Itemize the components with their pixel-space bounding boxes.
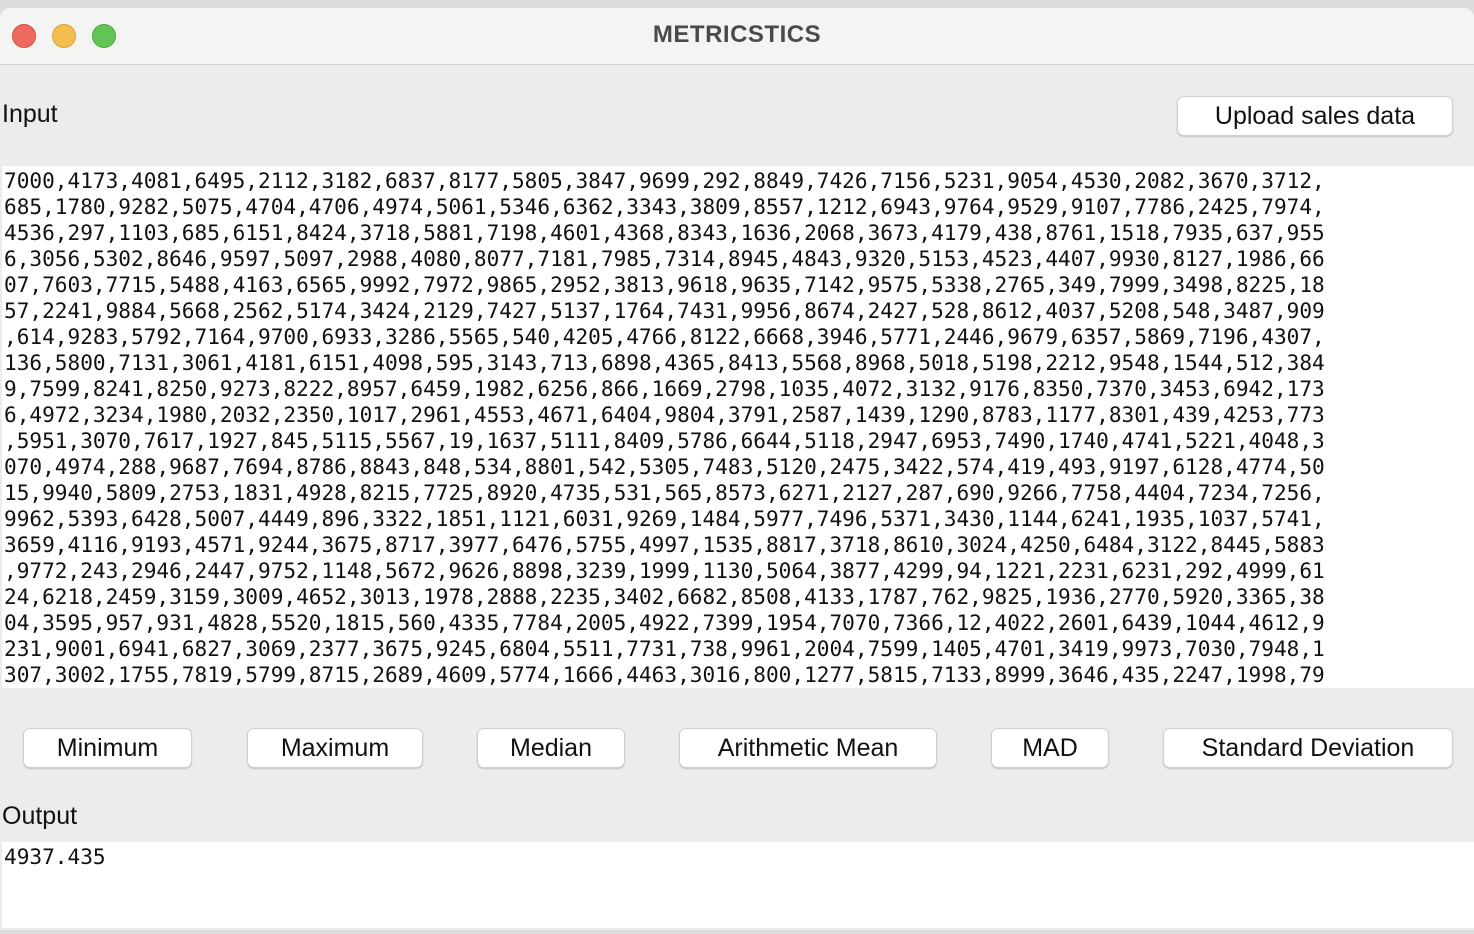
input-line: 070,4974,288,9687,7694,8786,8843,848,534… <box>4 454 1325 479</box>
input-line: 15,9940,5809,2753,1831,4928,8215,7725,89… <box>4 480 1325 505</box>
standard-deviation-button[interactable]: Standard Deviation <box>1163 728 1453 768</box>
minimum-button[interactable]: Minimum <box>23 728 192 768</box>
input-line: 136,5800,7131,3061,4181,6151,4098,595,31… <box>4 350 1325 375</box>
input-line: 7000,4173,4081,6495,2112,3182,6837,8177,… <box>4 168 1325 193</box>
input-line: 3659,4116,9193,4571,9244,3675,8717,3977,… <box>4 532 1325 557</box>
mad-button[interactable]: MAD <box>991 728 1109 768</box>
maximum-button[interactable]: Maximum <box>247 728 423 768</box>
output-textarea[interactable]: 4937.435 <box>2 842 1474 928</box>
input-line: 6,3056,5302,8646,9597,5097,2988,4080,807… <box>4 246 1325 271</box>
input-textarea[interactable]: 7000,4173,4081,6495,2112,3182,6837,8177,… <box>2 166 1474 688</box>
input-line: 57,2241,9884,5668,2562,5174,3424,2129,74… <box>4 298 1325 323</box>
input-line: 231,9001,6941,6827,3069,2377,3675,9245,6… <box>4 636 1325 661</box>
upload-sales-data-button[interactable]: Upload sales data <box>1177 96 1453 136</box>
input-line: ,9772,243,2946,2447,9752,1148,5672,9626,… <box>4 558 1325 583</box>
input-line: 07,7603,7715,5488,4163,6565,9992,7972,98… <box>4 272 1325 297</box>
input-line: 04,3595,957,931,4828,5520,1815,560,4335,… <box>4 610 1325 635</box>
input-line: 6,4972,3234,1980,2032,2350,1017,2961,455… <box>4 402 1325 427</box>
input-line: 307,3002,1755,7819,5799,8715,2689,4609,5… <box>4 662 1325 687</box>
input-text-content: 7000,4173,4081,6495,2112,3182,6837,8177,… <box>2 166 1474 688</box>
input-label: Input <box>2 100 58 128</box>
input-line: ,614,9283,5792,7164,9700,6933,3286,5565,… <box>4 324 1325 349</box>
input-line: 9,7599,8241,8250,9273,8222,8957,6459,198… <box>4 376 1325 401</box>
input-line: 24,6218,2459,3159,3009,4652,3013,1978,28… <box>4 584 1325 609</box>
input-line: 9962,5393,6428,5007,4449,896,3322,1851,1… <box>4 506 1325 531</box>
arithmetic-mean-button[interactable]: Arithmetic Mean <box>679 728 937 768</box>
output-value: 4937.435 <box>4 844 106 869</box>
median-button[interactable]: Median <box>477 728 625 768</box>
app-window: METRICSTICS Input Upload sales data 7000… <box>0 8 1474 930</box>
output-label: Output <box>2 802 78 830</box>
window-title: METRICSTICS <box>652 21 822 48</box>
input-line: 685,1780,9282,5075,4704,4706,4974,5061,5… <box>4 194 1325 219</box>
input-line: ,5951,3070,7617,1927,845,5115,5567,19,16… <box>4 428 1325 453</box>
title-bar: METRICSTICS <box>0 8 1474 65</box>
input-line: 4536,297,1103,685,6151,8424,3718,5881,71… <box>4 220 1325 245</box>
